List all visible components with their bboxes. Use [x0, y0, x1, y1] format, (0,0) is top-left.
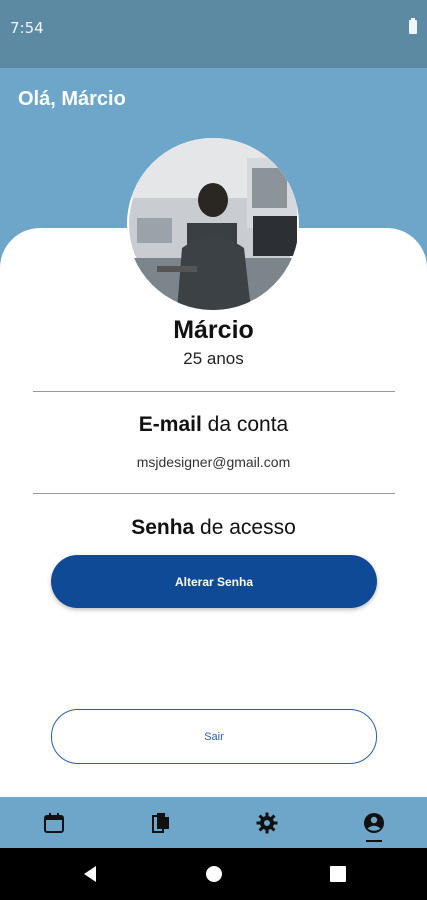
profile-age: 25 anos	[183, 349, 244, 368]
email-section-title: E-mail da conta	[0, 413, 427, 437]
battery-icon	[409, 18, 417, 34]
nav-documents[interactable]	[131, 797, 191, 848]
status-time: 7:54	[10, 19, 44, 37]
password-section-title: Senha de acesso	[0, 516, 427, 540]
gear-icon	[256, 812, 278, 833]
password-title-bold: Senha	[131, 516, 195, 539]
back-icon[interactable]	[80, 864, 100, 884]
avatar[interactable]	[127, 138, 299, 310]
recents-icon[interactable]	[328, 864, 348, 884]
account-email: msjdesigner@gmail.com	[136, 454, 291, 470]
email-title-rest: da conta	[201, 413, 289, 436]
documents-icon	[152, 812, 169, 833]
greeting-title: Olá, Márcio	[18, 88, 126, 110]
logout-button[interactable]: Sair	[51, 709, 377, 764]
bottom-nav	[0, 797, 427, 848]
active-tab-indicator	[366, 840, 382, 842]
calendar-icon	[44, 812, 64, 833]
status-bar: 7:54	[0, 0, 427, 68]
system-nav-bar	[0, 848, 427, 900]
nav-settings[interactable]	[237, 797, 297, 848]
password-title-rest: de acesso	[194, 516, 296, 539]
divider	[33, 391, 395, 392]
nav-calendar[interactable]	[24, 797, 84, 848]
account-icon	[364, 812, 384, 833]
home-icon[interactable]	[204, 864, 224, 884]
nav-account[interactable]	[344, 797, 404, 848]
change-password-button[interactable]: Alterar Senha	[51, 555, 377, 608]
profile-name: Márcio	[173, 316, 254, 344]
divider	[33, 493, 395, 494]
email-title-bold: E-mail	[138, 413, 202, 436]
